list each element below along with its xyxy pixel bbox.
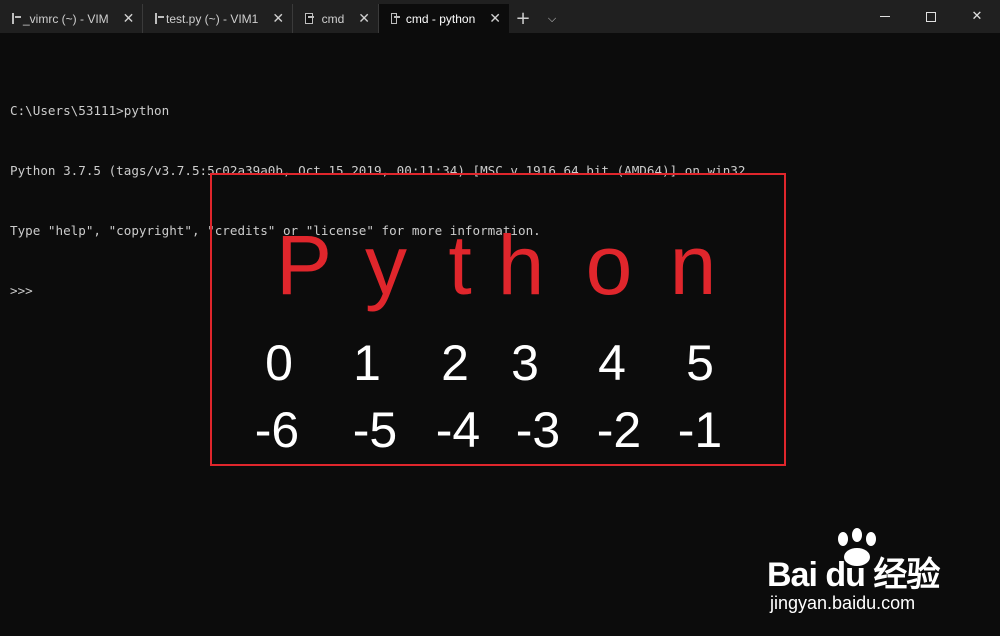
tab-title: cmd	[321, 11, 345, 26]
window-controls: ✕	[862, 0, 1000, 33]
terminal-line: C:\Users\53111>python	[10, 103, 170, 118]
console-icon	[155, 13, 164, 24]
watermark-logo: Bai du 经验	[767, 556, 940, 594]
tab-cmd[interactable]: cmd ✕	[293, 4, 379, 33]
positive-index: 1	[353, 335, 381, 391]
minimize-icon	[880, 16, 890, 17]
positive-index: 5	[686, 335, 714, 391]
watermark-url: jingyan.baidu.com	[770, 593, 916, 613]
tab-vimrc[interactable]: _vimrc (~) - VIM ✕	[0, 4, 143, 33]
close-icon[interactable]: ✕	[489, 11, 501, 27]
word-letter: t	[448, 218, 472, 312]
negative-index: -3	[515, 402, 561, 458]
negative-index: -1	[677, 402, 723, 458]
word-letter: o	[585, 218, 633, 312]
word-letter: P	[275, 218, 333, 312]
tab-bar: _vimrc (~) - VIM ✕ test.py (~) - VIM1 ✕ …	[0, 0, 1000, 33]
console-icon	[305, 13, 314, 24]
close-icon[interactable]: ✕	[272, 11, 284, 27]
terminal-window: _vimrc (~) - VIM ✕ test.py (~) - VIM1 ✕ …	[0, 0, 1000, 636]
word-letter: n	[669, 218, 717, 312]
baidu-jingyan-watermark: Bai du 经验 jingyan.baidu.com	[767, 527, 957, 617]
tab-title: test.py (~) - VIM1	[166, 11, 259, 26]
negative-index: -2	[596, 402, 642, 458]
negative-index: -4	[435, 402, 481, 458]
positive-index: 0	[265, 335, 293, 391]
tab-test-py[interactable]: test.py (~) - VIM1 ✕	[143, 4, 293, 33]
console-icon	[391, 13, 400, 24]
close-window-button[interactable]: ✕	[954, 0, 1000, 33]
word-letter: y	[365, 218, 407, 312]
minimize-button[interactable]	[862, 0, 908, 33]
close-icon: ✕	[971, 9, 983, 24]
console-icon	[12, 13, 21, 24]
tab-cmd-python[interactable]: cmd - python ✕	[379, 4, 509, 33]
positive-index: 3	[511, 335, 539, 391]
positive-index: 2	[441, 335, 469, 391]
maximize-icon	[926, 11, 936, 22]
negative-index: -5	[352, 402, 398, 458]
maximize-button[interactable]	[908, 0, 954, 33]
new-tab-button[interactable]: +	[509, 4, 537, 33]
tab-title: _vimrc (~) - VIM	[23, 11, 109, 26]
close-icon[interactable]: ✕	[358, 11, 370, 27]
close-icon[interactable]: ✕	[123, 11, 135, 27]
negative-index: -6	[254, 402, 300, 458]
tab-title: cmd - python	[405, 11, 476, 26]
positive-index: 4	[598, 335, 626, 391]
chevron-down-icon[interactable]: ⌵	[537, 4, 567, 33]
word-letter: h	[497, 218, 545, 312]
